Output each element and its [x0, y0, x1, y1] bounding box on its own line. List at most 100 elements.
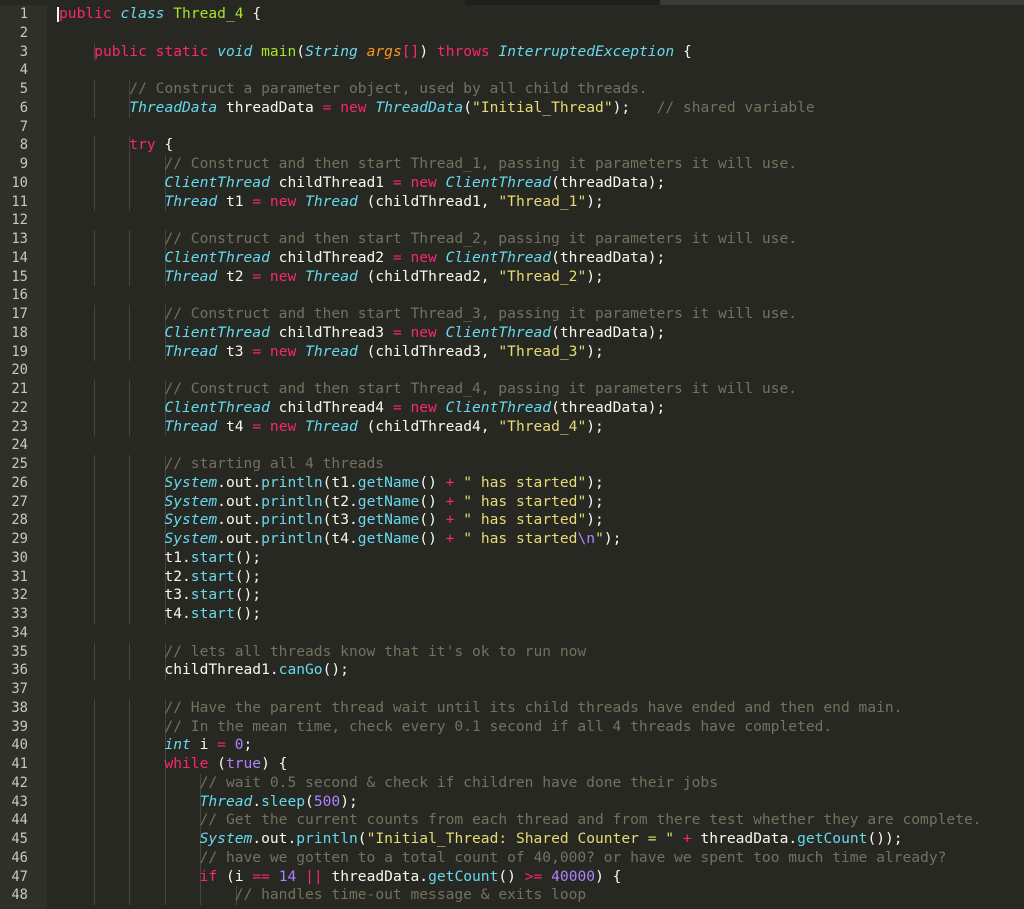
code-line[interactable]: 36 childThread1.canGo(); — [0, 661, 1024, 680]
code-token: (threadData); — [551, 323, 666, 341]
code-token: [] — [401, 42, 420, 60]
code-token: == — [252, 867, 270, 885]
code-line[interactable]: 39 // In the mean time, check every 0.1 … — [0, 717, 1024, 737]
code-line[interactable]: 47 if (i == 14 || threadData.getCount() … — [0, 867, 1024, 887]
code-editor[interactable]: 1 public class Thread_4 {2 3 public static… — [0, 0, 1024, 909]
code-token: threadData. — [691, 830, 798, 847]
code-line[interactable]: 31 t2.start(); — [0, 567, 1024, 587]
code-line[interactable]: 40 int i = 0; — [0, 736, 1024, 755]
code-line[interactable]: 18 ClientThread childThread3 = new Clien… — [0, 323, 1024, 343]
code-line[interactable]: 43 Thread.sleep(500); — [0, 792, 1024, 812]
code-line[interactable]: 13 // Construct and then start Thread_2,… — [0, 230, 1024, 249]
code-token: . — [252, 530, 262, 547]
line-number: 17 — [11, 306, 28, 322]
code-line[interactable]: 30 t1.start(); — [0, 548, 1024, 568]
code-token: t3 — [217, 342, 253, 360]
code-token: (); — [234, 605, 262, 622]
line-number: 41 — [11, 756, 28, 772]
code-text: public static void main(String args[]) t… — [59, 43, 692, 62]
code-line[interactable]: 6 ThreadData threadData = new ThreadData… — [0, 98, 1024, 118]
code-area[interactable]: 1 public class Thread_4 {2 3 public static… — [0, 5, 1024, 909]
code-line[interactable]: 20 — [0, 361, 1024, 380]
code-line[interactable]: 23 Thread t4 = new Thread (childThread4,… — [0, 417, 1024, 437]
code-line[interactable]: 11 Thread t1 = new Thread (childThread1,… — [0, 192, 1024, 212]
code-line[interactable]: 29 System.out.println(t4.getName() + " h… — [0, 530, 1024, 549]
code-line[interactable]: 44 // Get the current counts from each t… — [0, 811, 1024, 830]
code-line[interactable]: 2 — [0, 24, 1024, 43]
code-token: (t4. — [322, 530, 358, 547]
code-line[interactable]: 12 — [0, 211, 1024, 230]
code-text: ClientThread childThread1 = new ClientTh… — [59, 174, 665, 193]
line-number: 12 — [11, 212, 28, 229]
code-line[interactable]: 42 // wait 0.5 second & check if childre… — [0, 773, 1024, 793]
code-token: = — [392, 173, 402, 191]
code-token: // Have the parent thread wait until its… — [164, 698, 903, 716]
line-number: 27 — [11, 493, 28, 510]
code-token: InterruptedException — [498, 42, 675, 60]
code-token: { — [243, 5, 262, 22]
code-token: " has started" — [463, 473, 587, 491]
code-line[interactable]: 21 // Construct and then start Thread_4,… — [0, 380, 1024, 399]
code-line[interactable]: 27 System.out.println(t2.getName() + " h… — [0, 492, 1024, 512]
code-token: "Initial_Thread" — [472, 98, 613, 116]
code-token: args — [366, 42, 402, 60]
code-line[interactable]: 8 try { — [0, 136, 1024, 155]
code-line[interactable]: 38 // Have the parent thread wait until … — [0, 698, 1024, 718]
code-line[interactable]: 45 System.out.println("Initial_Thread: S… — [0, 830, 1024, 849]
code-line[interactable]: 26 System.out.println(t1.getName() + " h… — [0, 473, 1024, 493]
code-token: childThread3 — [269, 323, 393, 341]
code-token: true — [225, 755, 262, 772]
code-line[interactable]: 19 Thread t3 = new Thread (childThread3,… — [0, 342, 1024, 362]
code-token: out — [225, 530, 253, 547]
code-line[interactable]: 25 // starting all 4 threads — [0, 455, 1024, 474]
line-number: 47 — [11, 868, 28, 885]
code-token: start — [190, 548, 235, 566]
code-token: System — [164, 511, 218, 529]
code-line[interactable]: 14 ClientThread childThread2 = new Clien… — [0, 248, 1024, 268]
code-token: ); — [586, 417, 604, 435]
code-line[interactable]: 46 // have we gotten to a total count of… — [0, 848, 1024, 868]
code-token: getCount — [428, 867, 499, 885]
code-token: // wait 0.5 second & check if children h… — [199, 773, 718, 791]
code-token: try — [129, 136, 156, 154]
code-line[interactable]: 37 — [0, 680, 1024, 699]
code-line[interactable]: 3 public static void main(String args[])… — [0, 42, 1024, 62]
code-line[interactable]: 5 // Construct a parameter object, used … — [0, 80, 1024, 99]
code-token: = — [392, 398, 402, 416]
code-line[interactable]: 33 t4.start(); — [0, 605, 1024, 624]
code-line[interactable]: 4 — [0, 61, 1024, 80]
code-line[interactable]: 1 public class Thread_4 { — [0, 5, 1024, 24]
code-line[interactable]: 15 Thread t2 = new Thread (childThread2,… — [0, 267, 1024, 287]
code-line[interactable]: 17 // Construct and then start Thread_3,… — [0, 305, 1024, 324]
code-line[interactable]: 7 — [0, 118, 1024, 137]
code-line[interactable]: 32 t3.start(); — [0, 586, 1024, 605]
code-token: childThread1. — [59, 661, 279, 679]
code-line[interactable]: 10 ClientThread childThread1 = new Clien… — [0, 173, 1024, 193]
code-line[interactable]: 16 — [0, 286, 1024, 305]
code-line[interactable]: 22 ClientThread childThread4 = new Clien… — [0, 398, 1024, 418]
code-token: ) { — [595, 867, 622, 885]
line-number: 37 — [11, 681, 28, 697]
line-number: 44 — [11, 812, 28, 829]
code-line[interactable]: 35 // lets all threads know that it's ok… — [0, 642, 1024, 662]
code-token: ( — [463, 98, 473, 116]
code-line[interactable]: 9 // Construct and then start Thread_1, … — [0, 155, 1024, 174]
code-token: ); — [340, 792, 358, 810]
code-token: "Thread_3" — [498, 342, 587, 360]
line-number: 11 — [11, 193, 28, 210]
code-line[interactable]: 41 while (true) { — [0, 755, 1024, 774]
code-line[interactable]: 34 — [0, 624, 1024, 643]
code-token: System — [199, 830, 253, 847]
code-line[interactable]: 28 System.out.println(t3.getName() + " h… — [0, 511, 1024, 530]
code-token: (childThread2, — [357, 267, 499, 285]
code-line[interactable]: 24 — [0, 436, 1024, 455]
code-token: // In the mean time, check every 0.1 sec… — [164, 717, 833, 735]
code-line[interactable]: 48 // handles time-out message & exits l… — [0, 886, 1024, 905]
code-token: () — [498, 867, 525, 885]
